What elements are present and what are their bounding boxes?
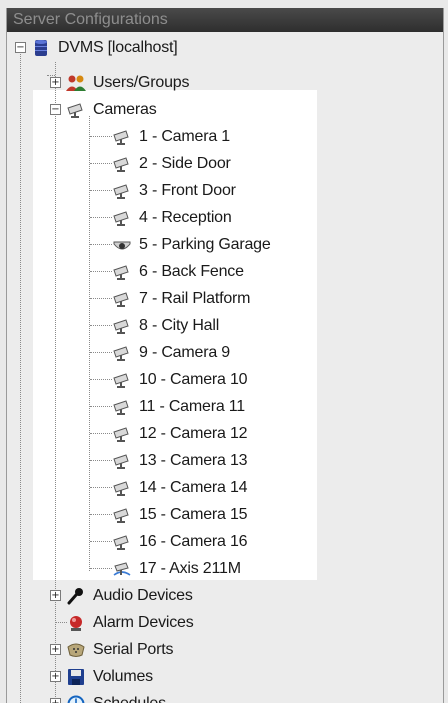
camera-item-label: 6 - Back Fence [139,262,244,280]
camera-item[interactable]: 9 - Camera 9 [111,339,230,366]
camera-item[interactable]: 11 - Camera 11 [111,393,245,420]
tree-node-label: Audio Devices [93,586,193,604]
dome-camera-icon [113,241,131,249]
camera-item-label: 7 - Rail Platform [139,289,251,307]
tree-node-cameras[interactable]: − Cameras [50,96,157,123]
camera-item[interactable]: 1 - Camera 1 [111,123,230,150]
camera-icon [113,345,129,361]
network-camera-icon [113,561,131,576]
clock-icon [67,695,85,703]
serial-port-icon [67,643,85,657]
tree-node-label: Schedules [93,694,166,703]
camera-icon [113,291,129,307]
tree-node-root[interactable]: − DVMS [localhost] [15,34,178,61]
tree-node-label: Users/Groups [93,73,190,91]
tree-node-label: Volumes [93,667,153,685]
camera-item[interactable]: 13 - Camera 13 [111,447,248,474]
camera-item-label: 10 - Camera 10 [139,370,248,388]
camera-item-label: 4 - Reception [139,208,232,226]
camera-item[interactable]: 4 - Reception [111,204,232,231]
collapse-toggle[interactable]: − [15,42,26,53]
tree-node-alarm-devices[interactable]: Alarm Devices [65,609,194,636]
camera-item-label: 5 - Parking Garage [139,235,271,253]
camera-icon [113,534,129,550]
camera-item[interactable]: 7 - Rail Platform [111,285,250,312]
camera-item[interactable]: 10 - Camera 10 [111,366,248,393]
floppy-disk-icon [68,668,84,685]
camera-item-label: 13 - Camera 13 [139,451,248,469]
camera-item-label: 15 - Camera 15 [139,505,248,523]
camera-item[interactable]: 6 - Back Fence [111,258,244,285]
camera-icon [113,507,129,523]
expand-toggle[interactable]: + [50,590,61,601]
camera-item[interactable]: 12 - Camera 12 [111,420,248,447]
camera-item-label: 3 - Front Door [139,181,236,199]
camera-item-label: 12 - Camera 12 [139,424,248,442]
camera-item[interactable]: 15 - Camera 15 [111,501,248,528]
camera-item[interactable]: 3 - Front Door [111,177,236,204]
tree-node-audio-devices[interactable]: + Audio Devices [50,582,193,609]
users-icon [66,75,86,91]
camera-item-label: 16 - Camera 16 [139,532,248,550]
expand-toggle[interactable]: + [50,77,61,88]
tree-node-label: DVMS [localhost] [58,38,178,56]
camera-icon [113,210,129,226]
camera-icon [113,156,129,172]
camera-icon [113,480,129,496]
camera-item-label: 11 - Camera 11 [139,397,245,415]
camera-icon [113,372,129,388]
tree-node-volumes[interactable]: + Volumes [50,663,153,690]
server-tree: − DVMS [localhost] + Users/Groups − Came… [7,8,443,703]
camera-icon [67,102,83,118]
camera-item[interactable]: 2 - Side Door [111,150,231,177]
camera-item-label: 2 - Side Door [139,154,231,172]
camera-item-label: 9 - Camera 9 [139,343,230,361]
collapse-toggle[interactable]: − [50,104,61,115]
tree-node-schedules[interactable]: + Schedules [50,690,166,703]
camera-item[interactable]: 17 - Axis 211M [111,555,241,582]
microphone-icon [67,587,83,604]
tree-node-label: Alarm Devices [93,613,194,631]
expand-toggle[interactable]: + [50,671,61,682]
tree-node-label: Cameras [93,100,157,118]
camera-icon [113,183,129,199]
tree-node-serial-ports[interactable]: + Serial Ports [50,636,173,663]
camera-icon [113,264,129,280]
camera-item-label: 17 - Axis 211M [139,559,241,577]
camera-item-label: 14 - Camera 14 [139,478,248,496]
expand-toggle[interactable]: + [50,698,61,703]
camera-icon [113,399,129,415]
server-configurations-panel: Server Configurations − DVMS [localhost]… [6,8,444,703]
camera-item[interactable]: 14 - Camera 14 [111,474,248,501]
alarm-icon [70,615,82,631]
tree-node-label: Serial Ports [93,640,174,658]
database-server-icon [35,39,47,56]
camera-item[interactable]: 8 - City Hall [111,312,219,339]
camera-item-label: 1 - Camera 1 [139,127,230,145]
expand-toggle[interactable]: + [50,644,61,655]
camera-item[interactable]: 5 - Parking Garage [111,231,271,258]
camera-icon [113,453,129,469]
camera-item-label: 8 - City Hall [139,316,220,334]
camera-icon [113,426,129,442]
camera-icon [113,318,129,334]
camera-icon [113,129,129,145]
tree-node-users-groups[interactable]: + Users/Groups [50,69,189,96]
camera-item[interactable]: 16 - Camera 16 [111,528,248,555]
